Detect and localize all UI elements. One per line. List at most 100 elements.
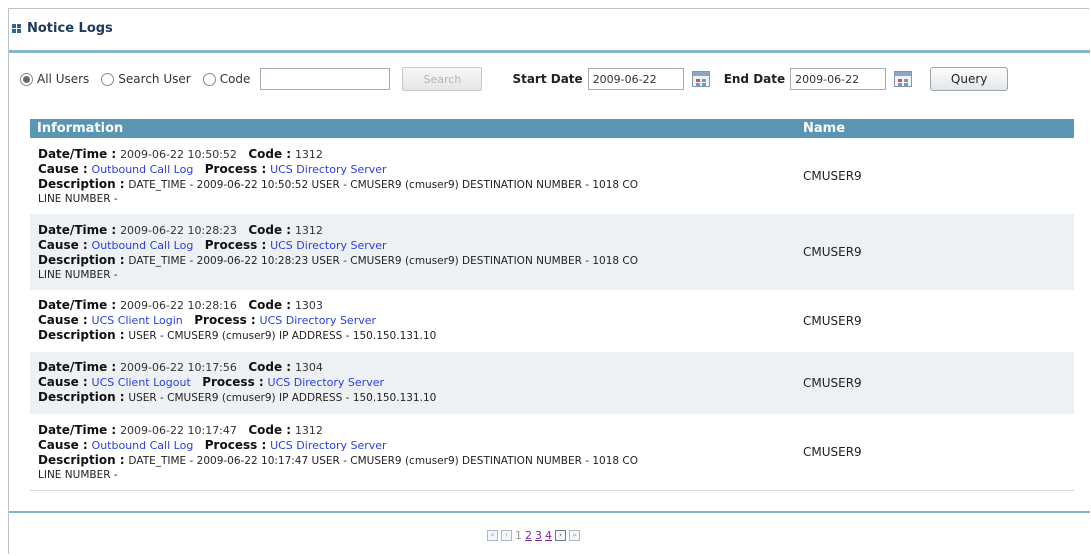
code-label: Code <box>219 72 251 86</box>
double-chevron-right-icon[interactable]: » <box>569 529 580 541</box>
column-header-information: Information <box>37 121 124 136</box>
row-name: CMUSER9 <box>803 169 862 183</box>
process-label: Process : <box>194 313 256 327</box>
code-radio[interactable]: Code <box>202 72 251 86</box>
cause-label: Cause : <box>38 161 88 176</box>
description-value: USER - CMUSER9 (cmuser9) IP ADDRESS - 15… <box>128 330 437 342</box>
process-value: UCS Directory Server <box>270 162 387 176</box>
end-date-input[interactable] <box>790 68 887 90</box>
datetime-value: 2009-06-22 10:17:56 <box>120 361 237 374</box>
cause-label: Cause : <box>38 237 88 252</box>
radio-unchecked-icon[interactable] <box>202 72 216 86</box>
description-label: Description : <box>38 390 125 404</box>
process-label: Process : <box>204 237 267 252</box>
description-line: Description : DATE_TIME - 2009-06-22 10:… <box>38 453 803 469</box>
calendar-icon[interactable] <box>894 71 913 87</box>
datetime-line: Date/Time : 2009-06-22 10:28:23 Code : 1… <box>38 223 803 238</box>
table-row[interactable]: Date/Time : 2009-06-22 10:50:52 Code : 1… <box>30 138 1074 214</box>
code-value: 1303 <box>294 299 323 312</box>
description-label: Description : <box>38 176 125 191</box>
row-information: Date/Time : 2009-06-22 10:17:56 Code : 1… <box>30 358 803 408</box>
row-information: Date/Time : 2009-06-22 10:17:47 Code : 1… <box>30 421 803 484</box>
footer-divider <box>9 511 1090 513</box>
column-header-name: Name <box>803 121 846 136</box>
code-label: Code : <box>248 298 292 312</box>
page-title: Notice Logs <box>27 20 113 36</box>
page-number-link[interactable]: 4 <box>545 529 552 542</box>
cause-label: Cause : <box>38 437 88 452</box>
cause-line: Cause : Outbound Call Log Process : UCS … <box>38 162 803 177</box>
code-input[interactable] <box>260 68 391 90</box>
radio-checked-icon[interactable] <box>20 72 33 86</box>
cause-label: Cause : <box>38 375 88 389</box>
search-user-radio[interactable]: Search User <box>101 72 191 86</box>
datetime-label: Date/Time : <box>38 222 117 237</box>
process-value: UCS Directory Server <box>270 238 387 252</box>
row-name: CMUSER9 <box>803 445 862 459</box>
start-date-input[interactable] <box>587 68 684 90</box>
description-label: Description : <box>38 252 125 267</box>
filter-toolbar: All Users Search User Code Search Start … <box>20 66 1080 92</box>
cause-value: UCS Client Logout <box>91 376 191 389</box>
process-value: UCS Directory Server <box>270 438 387 452</box>
page-number-link[interactable]: 2 <box>525 529 532 542</box>
page-number-current: 1 <box>515 528 522 542</box>
double-chevron-left-icon[interactable]: « <box>487 529 498 541</box>
start-date-label: Start Date <box>512 72 583 86</box>
table-body: Date/Time : 2009-06-22 10:50:52 Code : 1… <box>30 138 1074 490</box>
process-label: Process : <box>204 437 267 452</box>
datetime-line: Date/Time : 2009-06-22 10:17:56 Code : 1… <box>38 360 803 375</box>
cause-line: Cause : Outbound Call Log Process : UCS … <box>38 438 803 453</box>
search-button[interactable]: Search <box>402 67 483 91</box>
cause-label: Cause : <box>38 313 88 327</box>
table-row[interactable]: Date/Time : 2009-06-22 10:28:16 Code : 1… <box>30 290 1074 352</box>
description-value: DATE_TIME - 2009-06-22 10:17:47 USER - C… <box>128 454 638 467</box>
description-label: Description : <box>38 452 125 467</box>
table-row[interactable]: Date/Time : 2009-06-22 10:17:56 Code : 1… <box>30 352 1074 414</box>
cause-value: Outbound Call Log <box>91 162 194 176</box>
chevron-right-icon[interactable]: › <box>555 529 566 541</box>
cause-value: UCS Client Login <box>91 314 183 327</box>
cause-value: Outbound Call Log <box>91 238 194 252</box>
description-line: Description : DATE_TIME - 2009-06-22 10:… <box>38 177 803 193</box>
radio-unchecked-icon[interactable] <box>101 72 115 86</box>
all-users-radio[interactable]: All Users <box>20 72 89 86</box>
process-label: Process : <box>202 375 264 389</box>
cause-line: Cause : Outbound Call Log Process : UCS … <box>38 238 803 253</box>
chevron-left-icon[interactable]: ‹ <box>501 529 512 541</box>
description-value: USER - CMUSER9 (cmuser9) IP ADDRESS - 15… <box>128 392 437 404</box>
description-continued: LINE NUMBER - <box>38 192 118 205</box>
all-users-label: All Users <box>37 72 90 86</box>
description-line: Description : USER - CMUSER9 (cmuser9) I… <box>38 390 803 406</box>
description-label: Description : <box>38 328 125 342</box>
row-information: Date/Time : 2009-06-22 10:50:52 Code : 1… <box>30 145 803 208</box>
code-label: Code : <box>248 222 292 237</box>
query-button[interactable]: Query <box>930 67 1009 91</box>
process-value: UCS Directory Server <box>267 376 385 389</box>
code-value: 1312 <box>294 423 323 437</box>
description-line: Description : DATE_TIME - 2009-06-22 10:… <box>38 253 803 269</box>
datetime-value: 2009-06-22 10:17:47 <box>120 423 237 437</box>
row-information: Date/Time : 2009-06-22 10:28:23 Code : 1… <box>30 221 803 284</box>
code-label: Code : <box>248 360 292 374</box>
description-continued: LINE NUMBER - <box>38 468 118 481</box>
cause-value: Outbound Call Log <box>91 438 194 452</box>
row-name: CMUSER9 <box>803 314 862 328</box>
code-label: Code : <box>248 422 292 437</box>
process-value: UCS Directory Server <box>259 314 377 327</box>
pagination: « ‹ 1 2 3 4 › » <box>487 528 580 542</box>
datetime-line: Date/Time : 2009-06-22 10:50:52 Code : 1… <box>38 147 803 162</box>
row-name: CMUSER9 <box>803 245 862 259</box>
code-value: 1312 <box>294 223 323 237</box>
datetime-label: Date/Time : <box>38 422 117 437</box>
calendar-icon[interactable] <box>691 71 710 87</box>
datetime-label: Date/Time : <box>38 146 117 161</box>
end-date-label: End Date <box>723 72 786 86</box>
datetime-label: Date/Time : <box>38 298 117 312</box>
page-number-link[interactable]: 3 <box>535 529 542 542</box>
row-name: CMUSER9 <box>803 376 862 390</box>
description-value: DATE_TIME - 2009-06-22 10:50:52 USER - C… <box>128 178 638 191</box>
search-user-label: Search User <box>118 72 191 86</box>
table-row[interactable]: Date/Time : 2009-06-22 10:17:47 Code : 1… <box>30 414 1074 490</box>
table-row[interactable]: Date/Time : 2009-06-22 10:28:23 Code : 1… <box>30 214 1074 290</box>
